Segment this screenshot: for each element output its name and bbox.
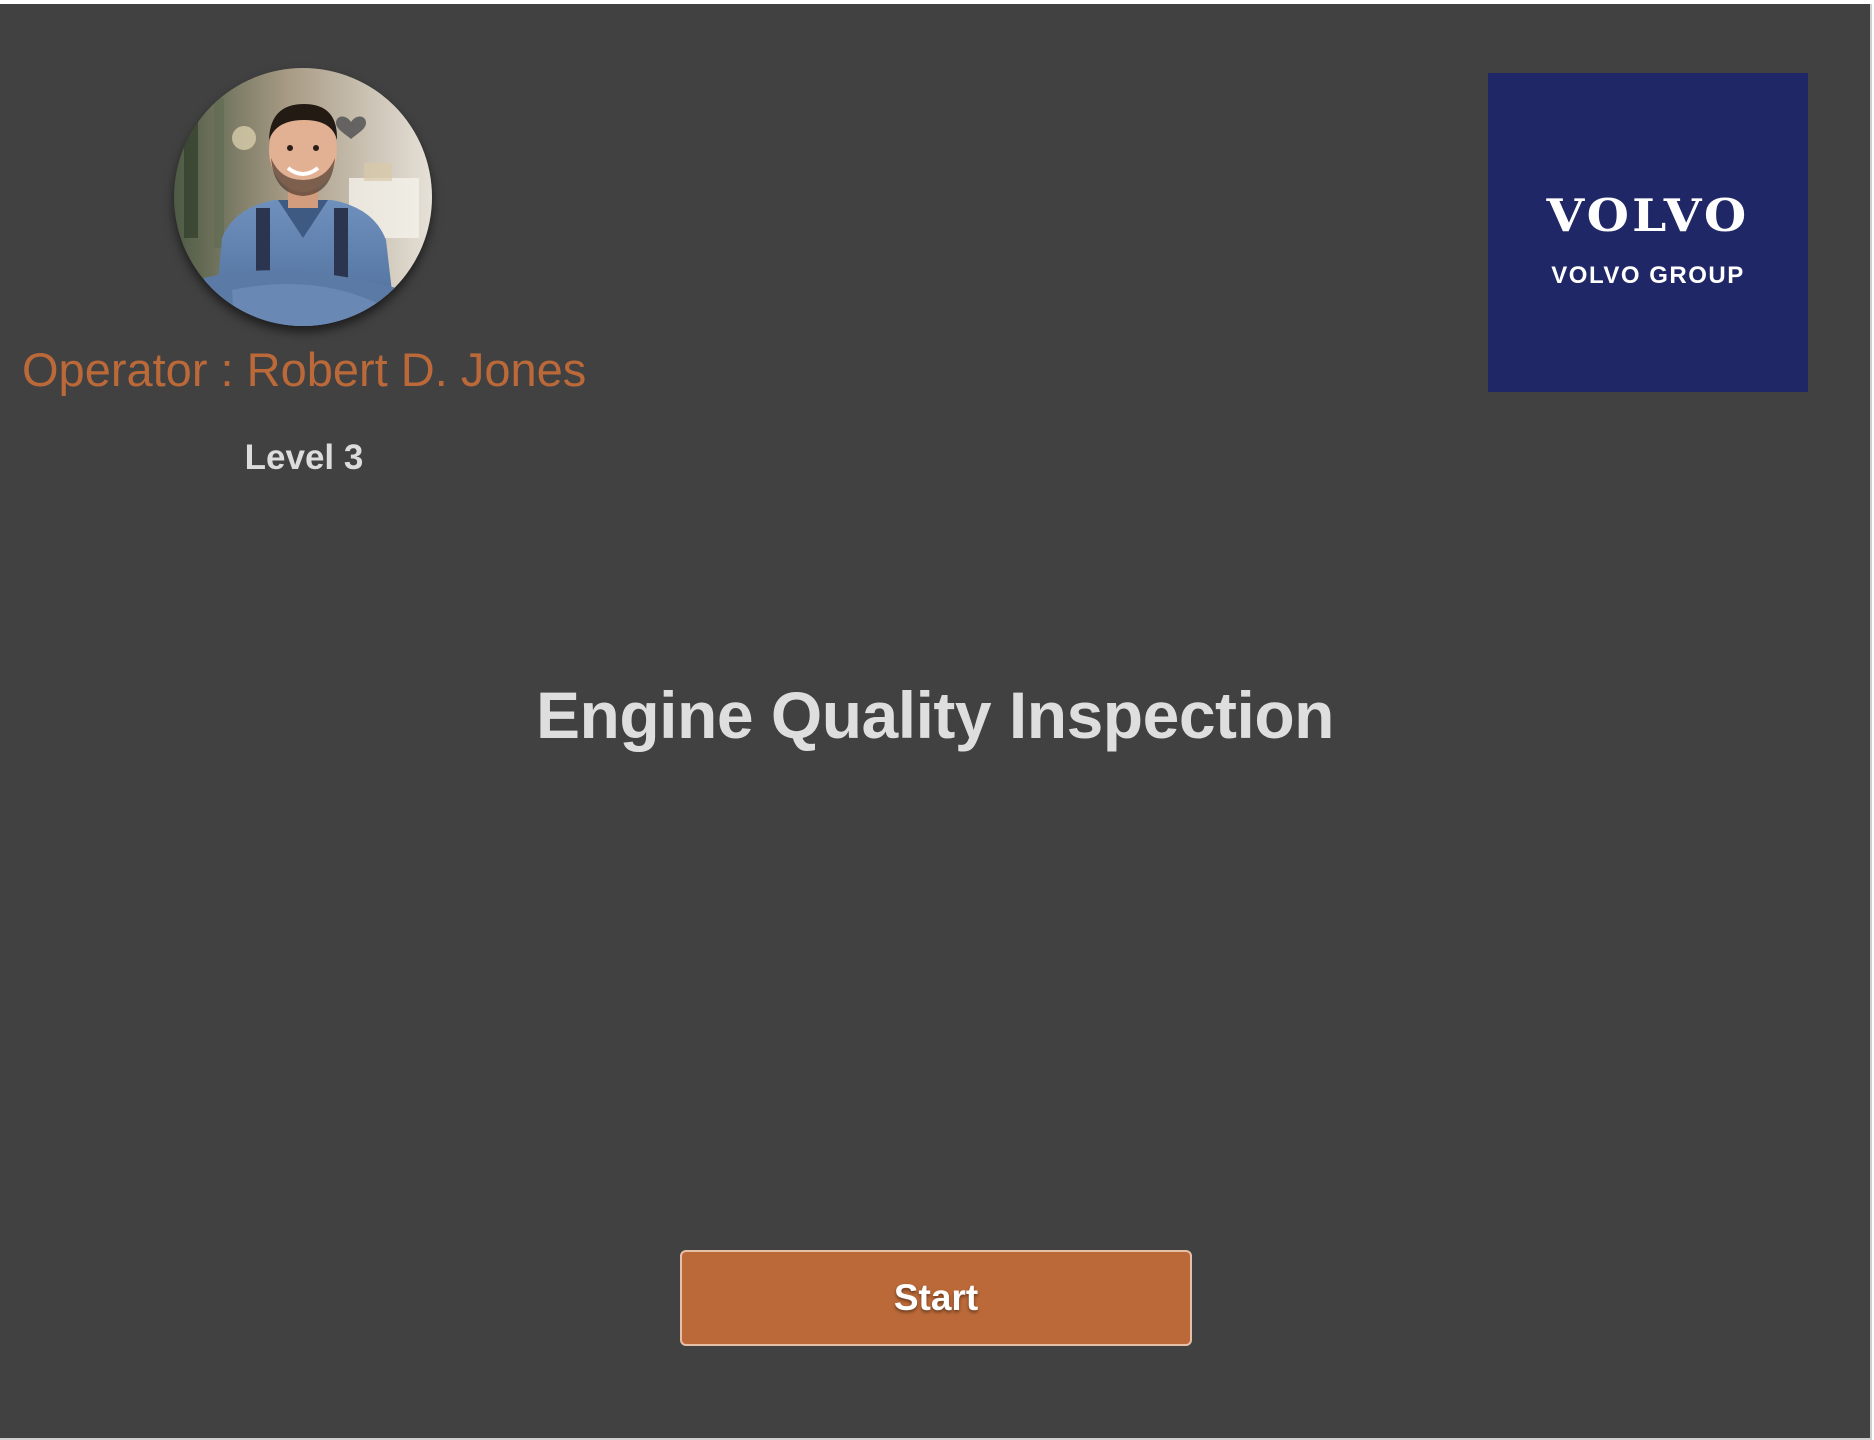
operator-photo <box>174 68 432 326</box>
logo-wordmark: VOLVO <box>1546 189 1750 242</box>
start-button[interactable]: Start <box>680 1250 1192 1346</box>
operator-avatar <box>174 68 432 326</box>
operator-level: Level 3 <box>244 438 364 477</box>
operator-name: Operator : Robert D. Jones <box>22 343 587 396</box>
page-title: Engine Quality Inspection <box>536 678 1334 752</box>
app-screen: Operator : Robert D. Jones Level 3 VOLVO… <box>0 4 1872 1440</box>
volvo-group-logo: VOLVO VOLVO GROUP <box>1488 73 1808 392</box>
logo-group-text: VOLVO GROUP <box>1551 262 1745 289</box>
